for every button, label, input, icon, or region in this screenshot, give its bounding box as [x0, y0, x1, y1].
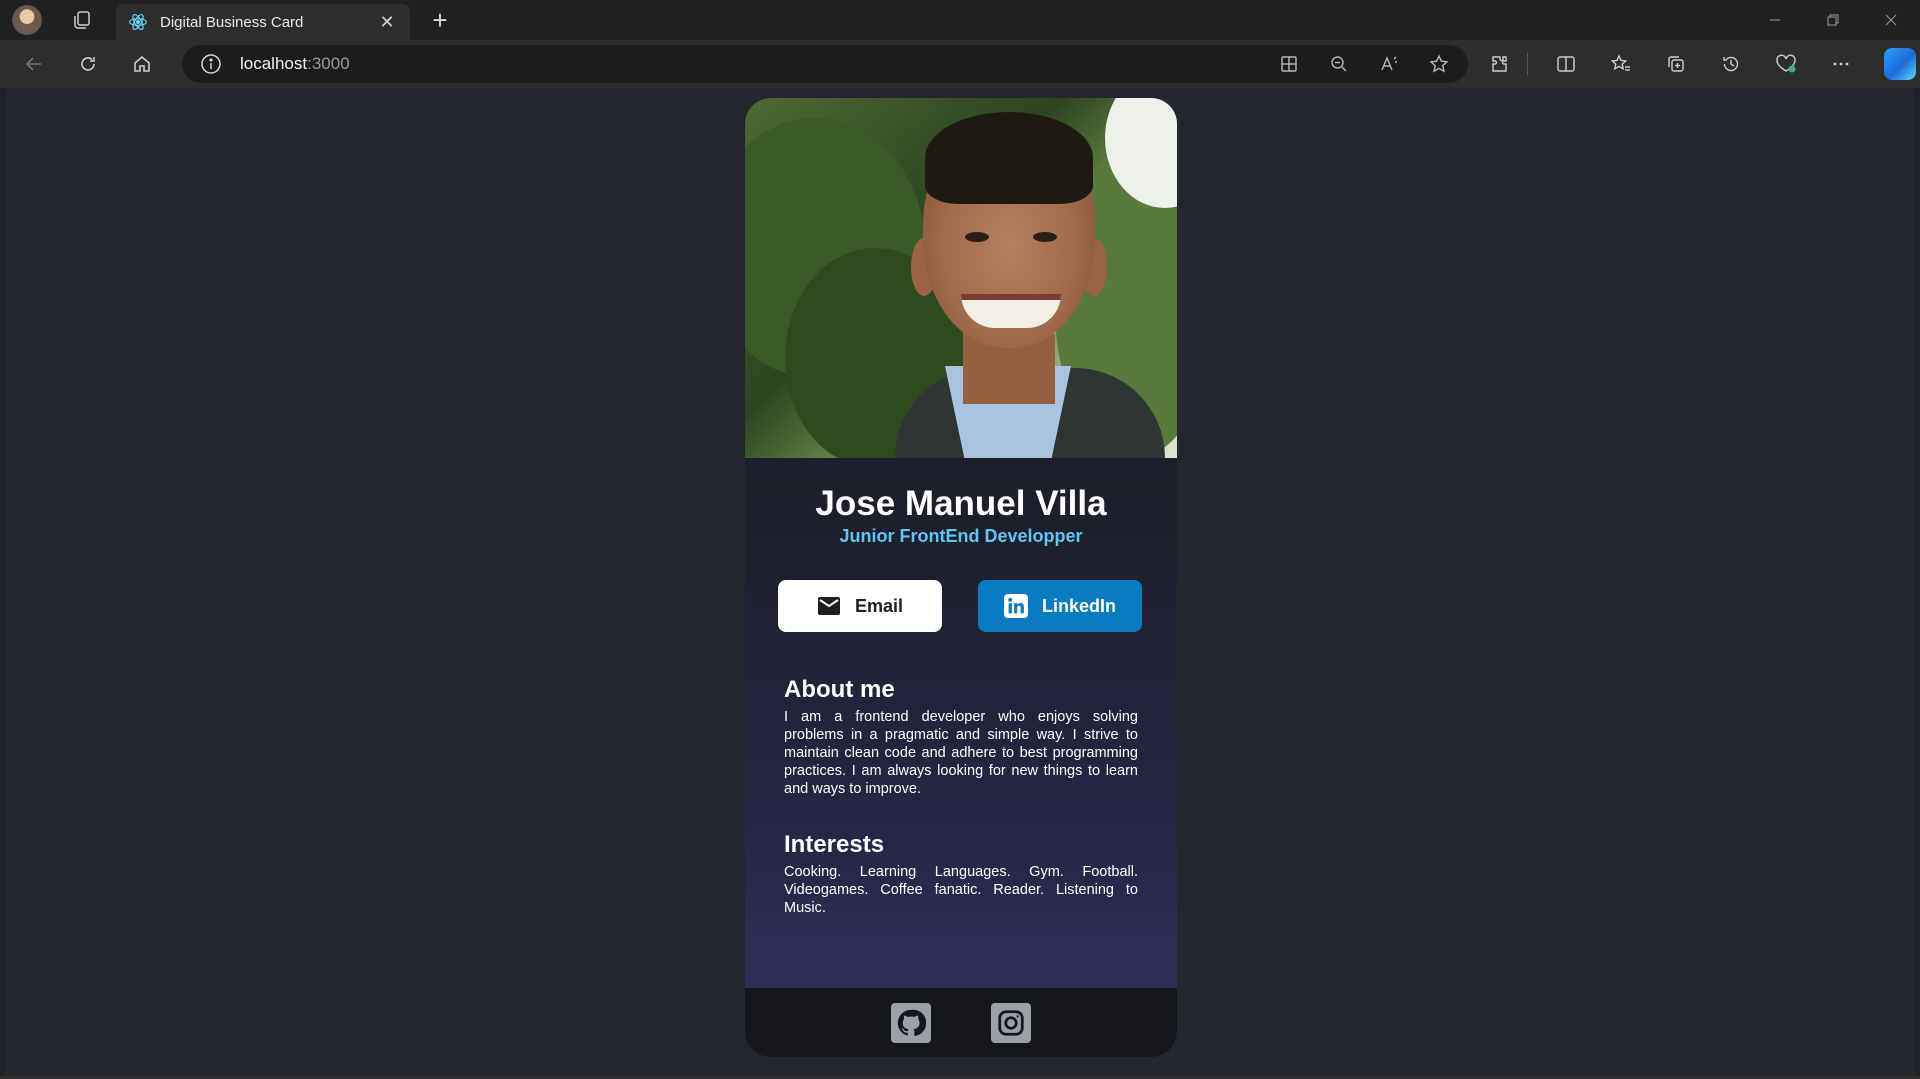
copilot-icon[interactable]	[1884, 48, 1916, 80]
favorite-star-icon[interactable]	[1426, 51, 1452, 77]
mail-icon	[817, 594, 841, 618]
new-tab-button[interactable]: +	[424, 6, 456, 34]
interests-text: Cooking. Learning Languages. Gym. Footba…	[784, 864, 1138, 916]
email-button[interactable]: Email	[778, 580, 942, 632]
browser-toolbar: localhost:3000	[0, 40, 1920, 88]
minimize-icon[interactable]	[1746, 0, 1804, 40]
zoom-out-icon[interactable]	[1326, 51, 1352, 77]
email-button-label: Email	[854, 595, 904, 616]
profile-role: Junior FrontEnd Developper	[839, 526, 1083, 546]
refresh-icon[interactable]	[70, 46, 106, 82]
address-host: localhost	[240, 54, 308, 73]
react-icon	[128, 12, 148, 32]
restore-icon[interactable]	[1804, 0, 1862, 40]
favorites-icon[interactable]	[1607, 50, 1635, 78]
profile-avatar[interactable]	[12, 5, 42, 35]
tab-digital-business-card[interactable]: Digital Business Card ✕	[116, 4, 410, 40]
close-window-icon[interactable]	[1862, 0, 1920, 40]
profile-photo	[745, 98, 1177, 458]
more-options-icon[interactable]	[1827, 50, 1855, 78]
extensions-icon[interactable]	[1486, 50, 1514, 78]
profile-name: Jose Manuel Villa	[815, 484, 1107, 523]
instagram-icon[interactable]	[991, 1002, 1031, 1043]
about-text: I am a frontend developer who enjoys sol…	[784, 709, 1138, 797]
photo-eye	[1033, 232, 1057, 242]
split-screen-icon[interactable]	[1552, 50, 1580, 78]
site-info-icon[interactable]	[200, 53, 222, 75]
address-port: :3000	[307, 54, 350, 73]
home-icon[interactable]	[124, 46, 160, 82]
interests-heading: Interests	[784, 831, 885, 858]
linkedin-icon	[1003, 594, 1028, 618]
tab-title: Digital Business Card	[160, 13, 304, 31]
tab-strip: Digital Business Card ✕ +	[0, 0, 1920, 40]
page-viewport: Jose Manuel Villa Junior FrontEnd Develo…	[5, 88, 1915, 1076]
address-bar[interactable]: localhost:3000	[182, 45, 1468, 83]
toolbar-actions	[1486, 40, 1916, 88]
history-icon[interactable]	[1717, 50, 1745, 78]
window-controls	[1746, 0, 1920, 40]
collections-icon[interactable]	[1662, 50, 1690, 78]
toolbar-separator	[1527, 53, 1528, 75]
workspaces-icon[interactable]	[70, 8, 94, 32]
github-icon[interactable]	[891, 1002, 931, 1043]
photo-eye	[965, 232, 989, 242]
linkedin-button[interactable]: LinkedIn	[978, 580, 1142, 632]
address-bar-actions	[1252, 45, 1452, 83]
app-available-icon[interactable]	[1276, 51, 1302, 77]
card-footer	[745, 988, 1177, 1057]
about-heading: About me	[784, 676, 895, 703]
photo-hair	[925, 112, 1093, 204]
business-card: Jose Manuel Villa Junior FrontEnd Develo…	[745, 98, 1177, 1057]
linkedin-button-label: LinkedIn	[1041, 595, 1116, 616]
read-aloud-icon[interactable]	[1376, 51, 1402, 77]
back-icon[interactable]	[16, 46, 52, 82]
close-tab-icon[interactable]: ✕	[376, 11, 398, 33]
browser-essentials-icon[interactable]	[1772, 50, 1800, 78]
